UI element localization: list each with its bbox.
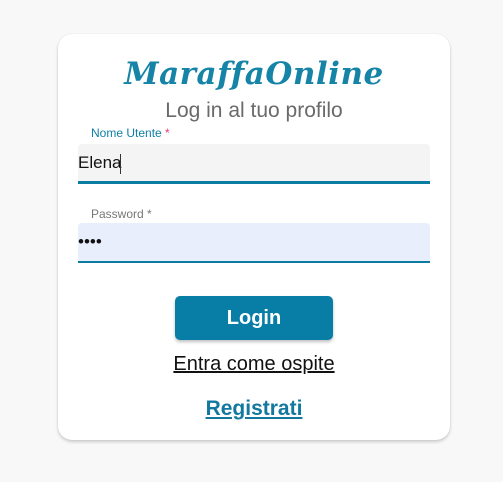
brand-logo: MaraffaOnline (124, 56, 384, 92)
password-required-mark: * (147, 207, 152, 221)
username-field[interactable] (78, 144, 430, 184)
password-label: Password * (91, 207, 152, 221)
register-link[interactable]: Registrati (58, 396, 450, 422)
guest-login-link[interactable]: Entra come ospite (58, 352, 450, 376)
username-label-text: Nome Utente (91, 126, 162, 140)
password-label-text: Password (91, 207, 144, 221)
page-subtitle: Log in al tuo profilo (165, 99, 343, 122)
username-label: Nome Utente * (91, 126, 170, 140)
text-caret (120, 154, 121, 174)
username-required-mark: * (165, 126, 170, 140)
login-card: MaraffaOnline Log in al tuo profilo Nome… (58, 34, 450, 440)
login-button[interactable]: Login (175, 296, 333, 340)
username-input[interactable] (78, 144, 430, 181)
password-field[interactable] (78, 223, 430, 263)
password-input[interactable] (78, 223, 430, 261)
